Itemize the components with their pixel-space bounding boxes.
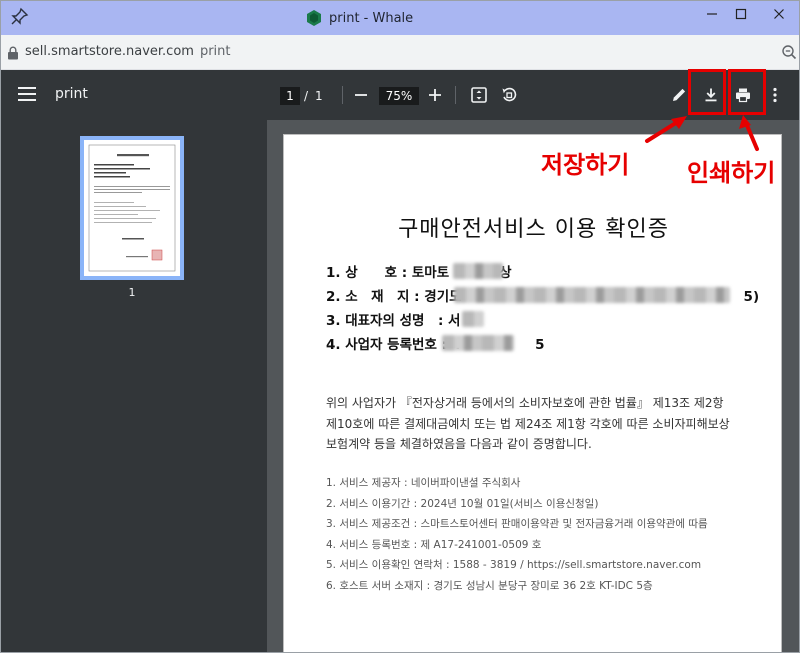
field-label: 1. 상 호 : 토마토 — [326, 265, 450, 281]
redacted-block — [442, 335, 514, 351]
info-item: 1. 서비스 제공자 : 네이버파이낸셜 주식회사 — [326, 477, 521, 489]
page-separator: / — [304, 89, 309, 103]
fit-page-button[interactable] — [468, 84, 490, 106]
window-title-area: print - Whale — [307, 9, 413, 27]
annotate-button[interactable] — [668, 84, 690, 106]
rotate-button[interactable] — [498, 84, 520, 106]
close-icon — [774, 9, 784, 19]
zoom-level-input[interactable]: 75% — [379, 87, 419, 105]
close-button[interactable] — [760, 1, 798, 27]
field-label: 3. 대표자의 성명 : 서 — [326, 313, 461, 329]
document-heading: 구매안전서비스 이용 확인증 — [398, 217, 669, 242]
info-item: 4. 서비스 등록번호 : 제 A17-241001-0509 호 — [326, 538, 542, 551]
page-number-input[interactable]: 1 — [280, 87, 300, 105]
redacted-block — [453, 263, 503, 279]
field-label: 4. 사업자 등록번호 : 4 — [326, 337, 462, 353]
field-tail: 5) — [743, 289, 760, 305]
redacted-block — [454, 287, 730, 303]
paragraph-line: 위의 사업자가 『전자상거래 등에서의 소비자보호에 관한 법률』 제13조 제… — [326, 396, 724, 410]
field-tail: 5 — [535, 337, 545, 353]
url-text[interactable]: sell.smartstore.naver.com print — [25, 44, 230, 59]
service-info-list: 1. 서비스 제공자 : 네이버파이낸셜 주식회사 2. 서비스 이용기간 : … — [326, 473, 708, 596]
whale-logo-icon — [307, 10, 321, 26]
field-label: 2. 소 재 지 : 경기도 — [326, 289, 462, 305]
thumbnail-sidebar: 1 — [1, 120, 267, 652]
zoom-in-button[interactable] — [424, 84, 446, 106]
url-path: print — [199, 44, 231, 59]
download-annotation: 저장하기 — [541, 151, 630, 179]
info-item: 2. 서비스 이용기간 : 2024년 10월 01일(서비스 이용신청일) — [326, 497, 599, 510]
paragraph-line: 제10호에 따른 결제대금예치 또는 법 제24조 제1항 각호에 따른 소비자… — [326, 416, 730, 431]
plus-icon — [429, 89, 441, 101]
more-options-button[interactable] — [764, 84, 786, 106]
minus-icon — [355, 94, 367, 96]
zoom-out-button[interactable] — [350, 84, 372, 106]
pin-icon[interactable] — [9, 7, 29, 27]
print-annotation: 인쇄하기 — [687, 159, 776, 187]
certification-paragraph: 위의 사업자가 『전자상거래 등에서의 소비자보호에 관한 법률』 제13조 제… — [326, 393, 766, 455]
page-total: 1 — [315, 89, 323, 103]
page-thumbnail[interactable] — [80, 136, 184, 280]
browser-window: print - Whale sell.smartstore.naver.com p… — [0, 0, 800, 653]
maximize-button[interactable] — [722, 1, 760, 27]
window-title: print - Whale — [329, 10, 414, 26]
info-item: 5. 서비스 이용확인 연락처 : 1588 - 3819 / https://… — [326, 559, 702, 571]
download-arrow-icon — [645, 116, 687, 143]
pdf-viewer[interactable]: 구매안전서비스 이용 확인증 1. 상 호 : 토마토 상 2. 소 재 지 : … — [267, 120, 799, 652]
field-representative: 3. 대표자의 성명 : 서 — [326, 309, 460, 329]
more-icon — [773, 87, 777, 103]
url-host: sell.smartstore.naver.com — [25, 44, 194, 59]
toolbar-divider — [455, 86, 456, 104]
pdf-doc-title: print — [55, 86, 88, 102]
info-item: 6. 호스트 서버 소재지 : 경기도 성남시 분당구 장미로 36 2호 KT… — [326, 579, 653, 592]
toolbar-divider — [342, 86, 343, 104]
download-highlight-box — [688, 69, 726, 115]
thumbnail-preview — [88, 144, 176, 272]
menu-icon[interactable] — [18, 87, 36, 101]
pdf-page: 구매안전서비스 이용 확인증 1. 상 호 : 토마토 상 2. 소 재 지 : … — [283, 134, 782, 652]
pen-icon — [673, 88, 686, 101]
maximize-icon — [735, 8, 747, 20]
print-highlight-box — [728, 69, 766, 115]
lock-icon[interactable] — [7, 46, 19, 60]
paragraph-line: 보험계약 등을 체결하였음을 다음과 같이 증명합니다. — [326, 437, 592, 451]
title-bar: print - Whale — [1, 1, 799, 35]
zoom-icon[interactable] — [781, 44, 797, 60]
address-bar[interactable]: sell.smartstore.naver.com print — [1, 35, 799, 70]
info-item: 3. 서비스 제공조건 : 스마트스토어센터 판매이용약관 및 전자금융거래 이… — [326, 518, 708, 530]
rotate-icon — [502, 87, 517, 102]
redacted-block — [462, 311, 484, 327]
print-arrow-icon — [739, 115, 759, 151]
minimize-icon — [707, 13, 717, 15]
thumbnail-page-number: 1 — [128, 286, 136, 299]
fit-page-icon — [471, 87, 487, 103]
